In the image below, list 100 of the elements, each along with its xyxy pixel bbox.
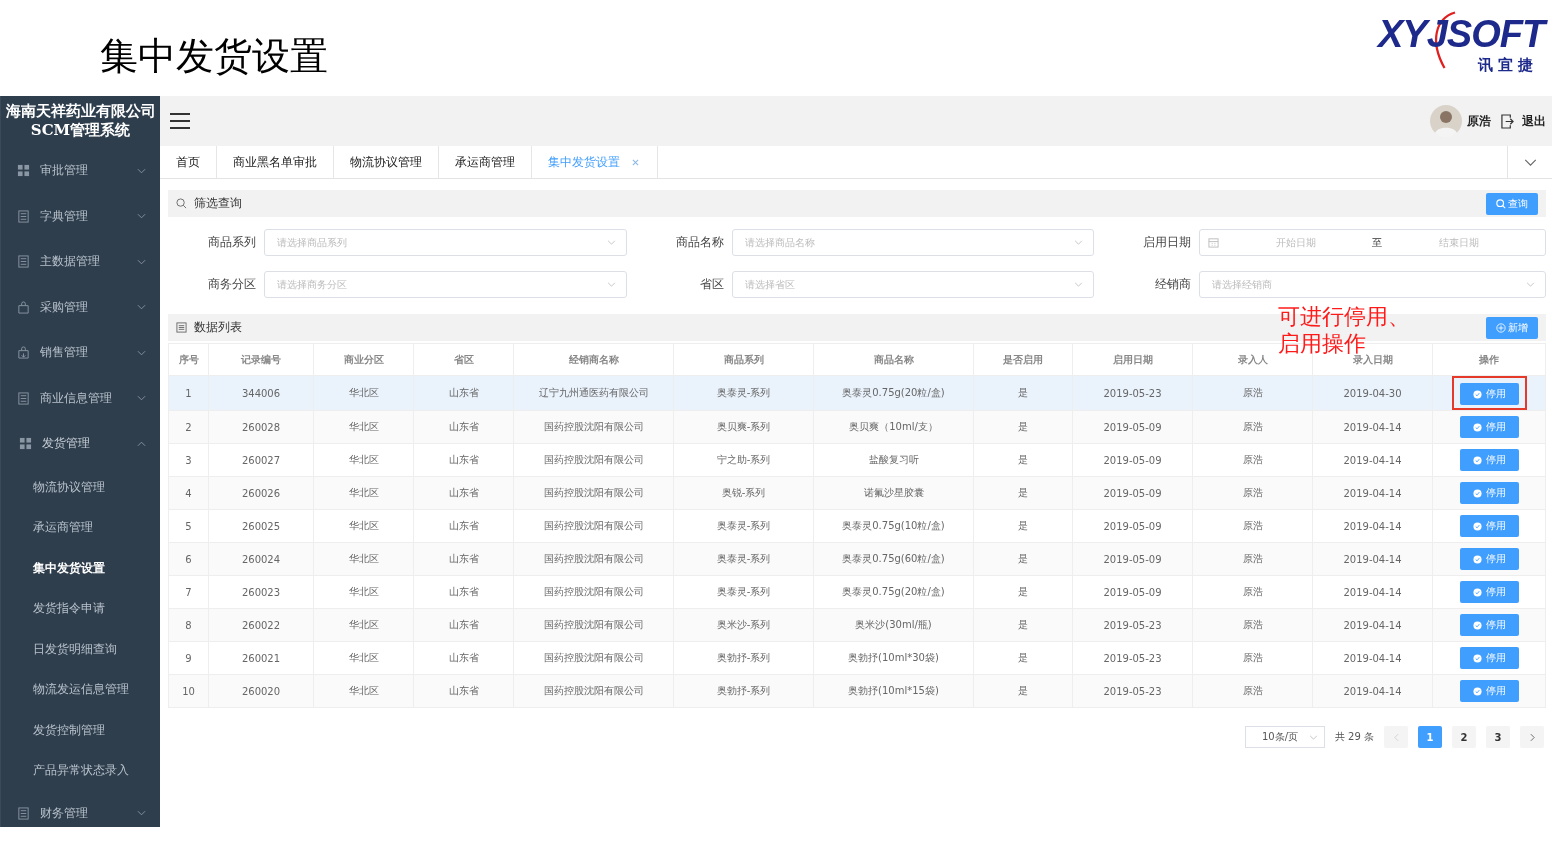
table-cell: 260028 [208,410,314,444]
table-cell: 2019-04-14 [1312,410,1433,444]
menu-icon[interactable] [170,113,190,129]
submenu-item[interactable]: 发货控制管理 [1,709,160,750]
chevron-down-icon [1523,158,1537,166]
table-row[interactable]: 2 260028 华北区 山东省 国药控股沈阳有限公司 奥贝爽-系列 奥贝爽（10ml/支） 是 2019-05-09 原浩 2019-04-14 停用 [168,410,1546,444]
table-row[interactable]: 9 260021 华北区 山东省 国药控股沈阳有限公司 奥勃抒-系列 奥勃抒(10ml*30袋) 是 2019-05-23 原浩 2019-04-14 停用 [168,641,1546,675]
table-cell: 奥勃抒-系列 [673,674,814,708]
table-row[interactable]: 7 260023 华北区 山东省 国药控股沈阳有限公司 奥泰灵-系列 奥泰灵0.75g(20粒/盒) 是 2019-05-09 原浩 2019-04-14 停用 [168,575,1546,609]
table-cell: 山东省 [413,674,514,708]
page-button[interactable]: 3 [1486,726,1510,748]
table-cell: 国药控股沈阳有限公司 [513,674,674,708]
page-size-select[interactable]: 10条/页 [1244,726,1325,748]
table-cell: 5 [168,509,209,543]
table-cell: 是 [973,575,1073,609]
table-cell: 奥泰灵0.75g(20粒/盒) [813,575,974,609]
table-cell: 华北区 [313,509,414,543]
submenu-item[interactable]: 产品异常状态录入 [1,750,160,791]
field-label: 商务分区 [207,276,256,293]
table-cell: 原浩 [1192,608,1313,642]
tab[interactable]: 首页 [160,146,217,178]
submenu-item[interactable]: 日发货明细查询 [1,628,160,669]
logout-link[interactable]: 退出 [1522,112,1546,130]
submenu-item[interactable]: 发货指令申请 [1,588,160,629]
submenu-item[interactable]: 承运商管理 [1,507,160,548]
table-cell: 2019-05-23 [1072,674,1193,708]
field-label: 商品系列 [207,234,256,251]
sidebar-item[interactable]: 财务管理 [1,790,160,836]
sidebar-item[interactable]: 发货管理 [1,421,160,467]
field-label: 经销商 [1154,276,1191,293]
table-cell: 山东省 [413,476,514,510]
table-row[interactable]: 4 260026 华北区 山东省 国药控股沈阳有限公司 奥锐-系列 诺氟沙星胶囊 是 2019-05-09 原浩 2019-04-14 停用 [168,476,1546,510]
submenu-item[interactable]: 物流协议管理 [1,466,160,507]
table-cell: 山东省 [413,443,514,477]
grid-icon [19,437,32,451]
table-cell: 华北区 [313,375,414,411]
column-header: 操作 [1432,343,1546,376]
table-cell: 奥泰灵0.75g(60粒/盒) [813,542,974,576]
chevron-down-icon [137,258,146,265]
table-cell: 奥泰灵-系列 [673,375,814,411]
sidebar-item[interactable]: 字典管理 [1,193,160,239]
table-cell: 华北区 [313,443,414,477]
check-circle-icon [1472,422,1482,432]
table-cell: 奥泰灵-系列 [673,575,814,609]
check-circle-icon [1472,521,1482,531]
table-cell: 国药控股沈阳有限公司 [513,575,674,609]
sidebar-item[interactable]: 商业信息管理 [1,375,160,421]
logout-icon[interactable] [1501,113,1514,129]
chevron-right-icon [1529,732,1535,742]
tab[interactable]: 商业黑名单审批 [217,146,334,178]
table-cell: 华北区 [313,410,414,444]
table-cell: 国药控股沈阳有限公司 [513,410,674,444]
sidebar-item[interactable]: 审批管理 [1,148,160,194]
table-row[interactable]: 8 260022 华北区 山东省 国药控股沈阳有限公司 奥米沙-系列 奥米沙(30ml/瓶) 是 2019-05-23 原浩 2019-04-14 停用 [168,608,1546,642]
table-cell: 是 [973,674,1073,708]
sidebar-item[interactable]: 主数据管理 [1,239,160,285]
bag-icon [17,300,30,314]
table-cell: 原浩 [1192,674,1313,708]
table-row[interactable]: 5 260025 华北区 山东省 国药控股沈阳有限公司 奥泰灵-系列 奥泰灵0.75g(10粒/盒) 是 2019-05-09 原浩 2019-04-14 停用 [168,509,1546,543]
field-label: 省区 [699,276,724,293]
table-cell: 山东省 [413,410,514,444]
table-cell: 是 [973,375,1073,411]
table-cell: 奥米沙-系列 [673,608,814,642]
table-cell: 4 [168,476,209,510]
table-cell: 原浩 [1192,641,1313,675]
section-title: 筛选查询 [194,195,242,212]
document-icon [17,255,30,269]
table-row[interactable]: 10 260020 华北区 山东省 国药控股沈阳有限公司 奥勃抒-系列 奥勃抒(10ml*15袋) 是 2019-05-23 原浩 2019-04-14 停用 [168,674,1546,708]
table-cell: 是 [973,641,1073,675]
table-cell: 8 [168,608,209,642]
check-circle-icon [1472,455,1482,465]
table-cell: 2019-04-14 [1312,641,1433,675]
chevron-down-icon [137,304,146,311]
page-button[interactable]: 2 [1452,726,1476,748]
document-icon [17,209,30,223]
sidebar-item[interactable]: 采购管理 [1,284,160,330]
bag-icon [17,346,30,360]
table-cell: 原浩 [1192,375,1313,411]
table-row[interactable]: 3 260027 华北区 山东省 国药控股沈阳有限公司 宁之助-系列 盐酸复习听 是 2019-05-09 原浩 2019-04-14 停用 [168,443,1546,477]
sidebar-item[interactable]: 销售管理 [1,330,160,376]
table-cell: 344006 [208,375,314,411]
table-cell: 是 [973,542,1073,576]
submenu-item[interactable]: 集中发货设置 [1,547,160,588]
table-row[interactable]: 1 344006 华北区 山东省 辽宁九州通医药有限公司 奥泰灵-系列 奥泰灵0.75g(20粒/盒) 是 2019-05-23 原浩 2019-04-30 停用 [168,375,1546,411]
table-row[interactable]: 6 260024 华北区 山东省 国药控股沈阳有限公司 奥泰灵-系列 奥泰灵0.75g(60粒/盒) 是 2019-05-09 原浩 2019-04-14 停用 [168,542,1546,576]
table-cell: 国药控股沈阳有限公司 [513,542,674,576]
table-cell: 2019-05-09 [1072,542,1193,576]
submenu-item[interactable]: 物流发运信息管理 [1,669,160,710]
table-cell: 7 [168,575,209,609]
tab[interactable]: 物流协议管理 [334,146,439,178]
column-header: 商品系列 [673,343,814,376]
user-name: 原浩 [1467,112,1491,130]
tab[interactable]: 承运商管理 [439,146,532,178]
table-cell: 山东省 [413,575,514,609]
table-cell: 奥泰灵0.75g(20粒/盒) [813,375,974,411]
avatar-icon[interactable] [1430,105,1462,137]
column-header: 商品名称 [813,343,974,376]
column-header: 商业分区 [313,343,414,376]
plus-circle-icon [1496,322,1506,333]
chevron-down-icon [1526,282,1535,287]
